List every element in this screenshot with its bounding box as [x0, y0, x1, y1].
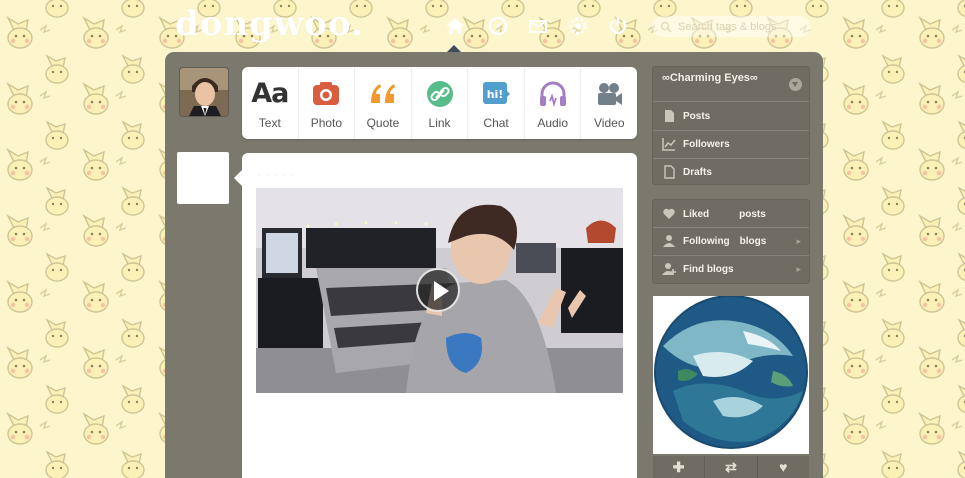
video-camera-icon — [598, 83, 623, 105]
sidebar-item-find-blogs[interactable]: Find blogs ▸ — [653, 255, 809, 283]
home-icon[interactable] — [443, 14, 467, 38]
post-type-link[interactable]: Link — [410, 67, 468, 139]
post-type-text[interactable]: Aa Text — [242, 67, 298, 139]
blog-dropdown-icon[interactable] — [789, 78, 802, 91]
sidebar-item-suffix: posts — [739, 208, 766, 220]
globe-painting-image — [653, 296, 809, 454]
person-icon — [663, 235, 675, 247]
draft-icon — [664, 165, 675, 179]
post-type-label: Chat — [483, 116, 509, 130]
sidebar-item-suffix: blogs — [739, 235, 767, 247]
sidebar-item-liked[interactable]: Liked posts — [653, 200, 809, 228]
post-type-label: Link — [428, 116, 451, 130]
sidebar-item-label: Find blogs — [683, 263, 734, 275]
sidebar-item-label: Drafts — [683, 166, 712, 178]
radar-reblog-button[interactable]: ⇄ — [704, 456, 756, 478]
sidebar-item-label: Posts — [683, 110, 711, 122]
search-icon — [660, 21, 672, 33]
post-author-avatar[interactable] — [177, 152, 229, 204]
post-type-video[interactable]: Video — [580, 67, 637, 139]
post-type-bar: Aa Text Photo Quote Link hi! Chat Audio … — [242, 67, 637, 139]
chevron-right-icon: ▸ — [796, 236, 801, 246]
chart-icon — [662, 138, 676, 151]
post-type-label: Quote — [366, 116, 400, 130]
chevron-right-icon: ▸ — [796, 264, 801, 274]
sidebar-item-followers[interactable]: Followers — [653, 130, 809, 158]
blog-title[interactable]: ∞Charming Eyes∞ — [662, 72, 758, 84]
text-icon: Aa — [251, 78, 289, 109]
search-input[interactable] — [652, 16, 810, 37]
post-type-label: Text — [258, 116, 281, 130]
post-pointer — [234, 170, 242, 186]
post-type-label: Photo — [310, 116, 343, 130]
radar-like-button[interactable]: ♥ — [756, 456, 809, 478]
sidebar-item-drafts[interactable]: Drafts — [653, 158, 809, 186]
post-type-photo[interactable]: Photo — [297, 67, 355, 139]
quote-icon — [370, 84, 395, 103]
post-type-audio[interactable]: Audio — [523, 67, 581, 139]
post-username[interactable]: · · · · · — [258, 172, 295, 179]
post-type-chat[interactable]: hi! Chat — [467, 67, 524, 139]
play-button[interactable] — [416, 268, 460, 312]
camera-icon — [313, 82, 340, 105]
explore-icon[interactable] — [486, 14, 510, 38]
blog-logo[interactable]: dongwoo. — [175, 4, 364, 44]
sidebar-item-label: Followers — [683, 138, 730, 150]
heart-icon — [663, 208, 675, 219]
chat-icon: hi! — [483, 82, 511, 104]
document-icon — [665, 110, 674, 122]
sidebar-item-label: Liked — [683, 208, 710, 220]
sidebar-item-label: Following — [683, 235, 730, 247]
radar-post-image[interactable] — [653, 296, 809, 454]
post-type-label: Video — [594, 116, 625, 130]
plus-icon: ✚ — [672, 458, 685, 475]
radar-actions: ✚ ⇄ ♥ — [653, 456, 809, 478]
post-type-label: Audio — [537, 116, 569, 130]
reblog-icon: ⇄ — [725, 458, 737, 475]
user-avatar[interactable] — [179, 67, 229, 117]
sidebar-item-following[interactable]: Following blogs ▸ — [653, 227, 809, 255]
chat-glyph: hi! — [487, 88, 504, 101]
headphones-icon — [539, 81, 566, 108]
post-type-quote[interactable]: Quote — [354, 67, 411, 139]
heart-icon: ♥ — [779, 459, 788, 475]
add-person-icon — [662, 263, 676, 275]
sidebar-item-posts[interactable]: Posts — [653, 102, 809, 130]
radar-follow-button[interactable]: ✚ — [653, 456, 704, 478]
settings-icon[interactable] — [566, 14, 590, 38]
power-icon[interactable] — [606, 14, 630, 38]
inbox-icon[interactable] — [526, 14, 550, 38]
link-icon — [426, 81, 453, 107]
